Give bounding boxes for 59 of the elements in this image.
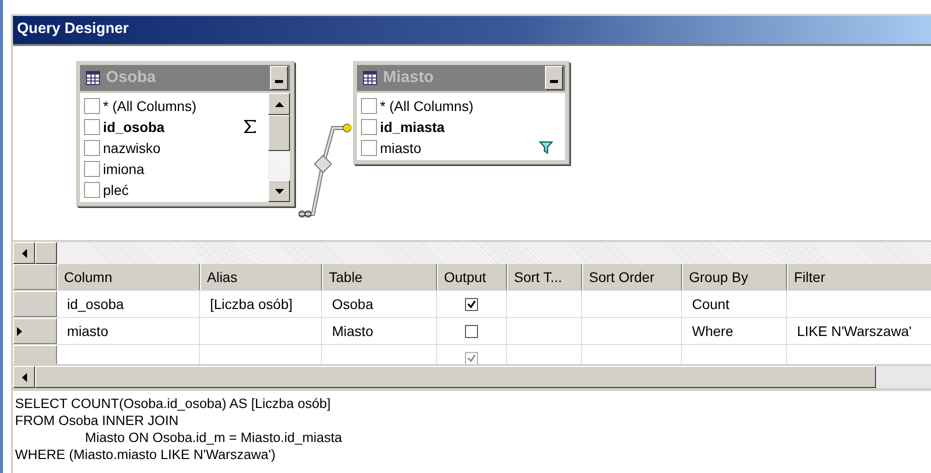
column-name: imiona bbox=[103, 160, 146, 176]
grid-cell[interactable]: id_osoba bbox=[57, 291, 200, 317]
table-window[interactable]: Miasto * (All Columns) id_miasta miasto bbox=[353, 61, 569, 164]
checkbox[interactable] bbox=[361, 98, 377, 114]
scrollbar-thumb[interactable] bbox=[268, 115, 290, 151]
grid-cell[interactable]: [Liczba osób] bbox=[200, 291, 322, 317]
row-header[interactable] bbox=[13, 291, 57, 317]
minimize-button[interactable] bbox=[270, 66, 288, 90]
grid-cell[interactable]: Where bbox=[682, 318, 787, 344]
column-name: * (All Columns) bbox=[103, 98, 198, 114]
left-arrow-icon[interactable] bbox=[22, 248, 26, 258]
column-name: id_miasta bbox=[380, 118, 446, 134]
column-header[interactable]: Alias bbox=[200, 264, 322, 290]
sql-line: FROM Osoba INNER JOIN bbox=[15, 412, 180, 429]
grid-cell[interactable]: Miasto bbox=[322, 318, 437, 344]
column-header[interactable]: Column bbox=[57, 264, 200, 290]
column-name: id_osoba bbox=[103, 118, 166, 134]
sql-line: Miasto ON Osoba.id_m = Miasto.id_miasta bbox=[84, 429, 343, 446]
minimize-button[interactable] bbox=[545, 66, 563, 90]
up-arrow-icon[interactable] bbox=[274, 102, 284, 106]
sql-line: SELECT COUNT(Osoba.id_osoba) AS [Liczba osób] bbox=[15, 395, 332, 412]
column-name: * (All Columns) bbox=[380, 98, 474, 114]
column-header[interactable]: Sort T... bbox=[507, 264, 582, 290]
down-arrow-icon[interactable] bbox=[274, 188, 284, 194]
current-row-icon bbox=[17, 326, 22, 336]
column-name: pleć bbox=[103, 182, 130, 198]
output-checkbox[interactable] bbox=[465, 298, 478, 310]
output-checkbox[interactable] bbox=[465, 324, 478, 338]
checkbox[interactable] bbox=[84, 182, 100, 198]
table-name: Miasto bbox=[383, 69, 435, 87]
column-name: nazwisko bbox=[103, 140, 162, 156]
table-window[interactable]: Osoba * (All Columns) id_osoba nazwisko imiona pleć bbox=[76, 61, 294, 206]
column-header[interactable]: Sort Order bbox=[582, 264, 682, 290]
table-name: Osoba bbox=[106, 69, 157, 87]
checkbox[interactable] bbox=[84, 118, 100, 134]
column-header[interactable]: Filter bbox=[787, 264, 931, 290]
sql-editor[interactable]: SELECT COUNT(Osoba.id_osoba) AS [Liczba osób] FROM Osoba INNER JOIN Miasto ON Osoba.id_m = Miasto.id_miasta WHERE (Miasto.miasto LIKE N'Warszawa') bbox=[13, 388, 931, 473]
column-header[interactable]: Group By bbox=[682, 264, 787, 290]
vertical-scrollbar[interactable] bbox=[268, 93, 290, 202]
checkbox[interactable] bbox=[84, 98, 100, 114]
horizontal-scrollbar[interactable] bbox=[13, 242, 931, 264]
table-icon bbox=[363, 71, 377, 85]
row-header[interactable] bbox=[13, 318, 57, 344]
column-name: miasto bbox=[380, 140, 422, 156]
scrollbar-thumb[interactable] bbox=[35, 242, 57, 264]
checkbox[interactable] bbox=[84, 140, 100, 156]
checkbox[interactable] bbox=[84, 160, 100, 176]
sql-line: WHERE (Miasto.miasto LIKE N'Warszawa') bbox=[15, 446, 276, 463]
window-title: Query Designer bbox=[13, 16, 931, 44]
table-icon bbox=[86, 71, 100, 85]
grid-cell[interactable]: Count bbox=[682, 291, 787, 317]
checkbox[interactable] bbox=[361, 140, 377, 156]
checkbox[interactable] bbox=[361, 118, 377, 134]
grid-cell[interactable]: LIKE N'Warszawa' bbox=[787, 318, 931, 344]
column-header[interactable]: Table bbox=[322, 264, 437, 290]
left-arrow-icon[interactable] bbox=[22, 372, 26, 382]
column-header[interactable]: Output bbox=[437, 264, 507, 290]
grid-cell[interactable]: miasto bbox=[57, 318, 200, 344]
grid-cell[interactable]: Osoba bbox=[322, 291, 437, 317]
